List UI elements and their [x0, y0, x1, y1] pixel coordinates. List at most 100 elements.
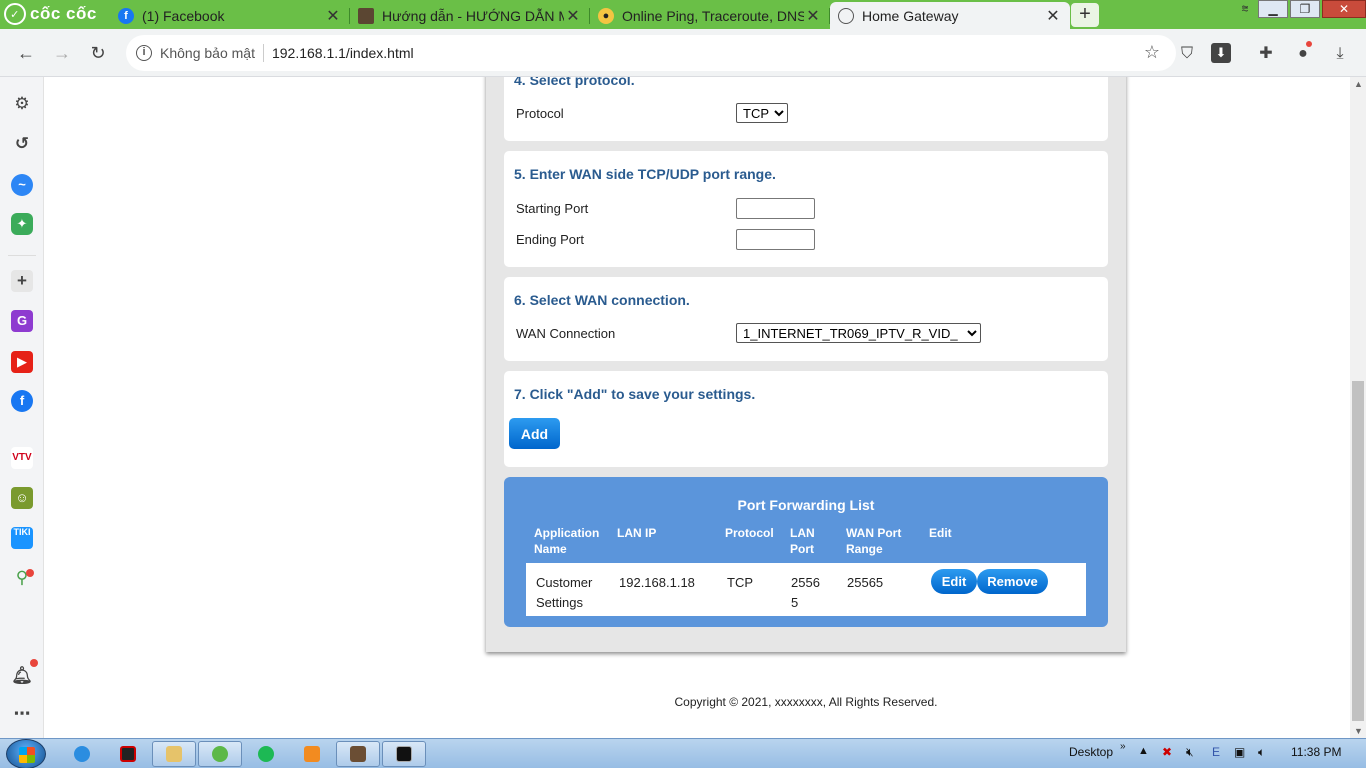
new-tab-button[interactable]: +	[1071, 3, 1099, 27]
language-icon[interactable]: E	[1212, 745, 1220, 759]
messenger-icon[interactable]: ~	[11, 174, 33, 196]
tray-arrow-icon[interactable]: ▲	[1138, 745, 1149, 757]
protocol-row: Protocol TCP	[516, 102, 1096, 124]
tab-title: Hướng dẫn - HƯỚNG DẪN MỞ PORT	[382, 7, 564, 24]
start-button[interactable]	[6, 739, 46, 768]
forward-icon[interactable]: →	[50, 41, 74, 65]
url-text[interactable]: 192.168.1.1/index.html	[272, 45, 414, 61]
tab-huong-dan[interactable]: Hướng dẫn - HƯỚNG DẪN MỞ PORT ✕	[350, 2, 590, 29]
tiki-icon[interactable]: TIKI	[11, 527, 33, 549]
extensions-icon[interactable]: ✚	[1255, 43, 1277, 65]
coccoc-taskbar-icon[interactable]	[198, 741, 242, 767]
info-icon[interactable]: i	[136, 45, 152, 61]
explorer-icon[interactable]	[152, 741, 196, 767]
windows-logo-icon	[19, 747, 35, 763]
ending-port-input[interactable]	[736, 228, 815, 250]
more-icon[interactable]: ⋯	[11, 703, 33, 725]
close-icon[interactable]: ✕	[564, 6, 582, 26]
scroll-up-arrow-icon[interactable]: ▲	[1354, 79, 1363, 89]
cmd-icon[interactable]	[382, 741, 426, 767]
security-label: Không bảo mật	[160, 45, 255, 61]
penguin-icon: ●	[598, 7, 614, 24]
cell-lan-ip: 192.168.1.18	[619, 575, 695, 590]
close-icon[interactable]: ✕	[804, 6, 822, 26]
spotify-icon[interactable]	[244, 741, 288, 767]
browser-brand[interactable]: ✓ cốc cốc	[4, 3, 97, 25]
browser-toolbar: ← → ↻ i Không bảo mật 192.168.1.1/index.…	[0, 29, 1366, 77]
bell-icon[interactable]: 🔔︎	[11, 665, 33, 687]
ie-icon[interactable]	[60, 741, 104, 767]
youtube-icon[interactable]: ▶	[11, 351, 33, 373]
bookmark-star-icon[interactable]: ☆	[1144, 42, 1160, 63]
wan-connection-select[interactable]: 1_INTERNET_TR069_IPTV_R_VID_	[736, 323, 981, 343]
facebook-icon[interactable]: f	[11, 390, 33, 412]
g-app-icon[interactable]: G	[11, 310, 33, 332]
sidebar-divider	[8, 255, 36, 256]
section-heading: 6. Select WAN connection.	[514, 292, 690, 308]
notification-dot	[30, 659, 38, 667]
speaker-mute-icon[interactable]: 🔇︎	[1186, 745, 1194, 760]
protocol-select[interactable]: TCP	[736, 103, 788, 123]
tab-strip: ✓ cốc cốc f (1) Facebook ✕ Hướng dẫn - H…	[0, 0, 1366, 29]
history-icon[interactable]: ↺	[11, 133, 33, 155]
scrollbar-thumb[interactable]	[1352, 381, 1364, 721]
add-icon[interactable]: +	[11, 270, 33, 292]
notification-dot	[26, 569, 34, 577]
globe-icon	[838, 7, 854, 24]
menu-icon[interactable]: ⩬	[1234, 0, 1256, 18]
column-header-lan-port: LAN Port	[790, 526, 815, 556]
close-window-button[interactable]: ✕	[1322, 0, 1366, 18]
windows-taskbar: Desktop » ▲ ✖ 🔇︎ E ▣ 🔈︎ 11:38 PM	[0, 738, 1366, 768]
minecraft-taskbar-icon[interactable]	[336, 741, 380, 767]
game-app-icon[interactable]	[106, 741, 150, 767]
starting-port-row: Starting Port	[516, 197, 1096, 219]
add-button[interactable]: Add	[509, 418, 560, 449]
cell-wan-range: 25565	[847, 575, 884, 590]
section-wan-connection: 6. Select WAN connection. WAN Connection…	[504, 277, 1108, 361]
gear-icon[interactable]: ⚙	[11, 93, 33, 115]
wan-connection-row: WAN Connection 1_INTERNET_TR069_IPTV_R_V…	[516, 322, 1096, 344]
downloads-arrow-icon[interactable]: ⤓	[1329, 43, 1351, 65]
facebook-icon: f	[118, 7, 134, 24]
remove-button[interactable]: Remove	[977, 569, 1048, 594]
notification-dot	[1306, 41, 1312, 47]
ending-port-row: Ending Port	[516, 228, 1096, 250]
address-bar[interactable]: i Không bảo mật 192.168.1.1/index.html ☆	[126, 35, 1176, 71]
media-player-icon[interactable]	[290, 741, 334, 767]
minimize-button[interactable]: ▁	[1258, 0, 1288, 18]
download-icon[interactable]: ⬇	[1211, 43, 1231, 63]
shield-icon[interactable]: ⛉	[1176, 43, 1198, 65]
chevron-icon[interactable]: »	[1120, 741, 1126, 752]
table-row: Customer Settings 192.168.1.18 TCP 25565…	[526, 563, 1086, 616]
volume-icon[interactable]: 🔈︎	[1258, 745, 1265, 760]
tab-online-ping[interactable]: ● Online Ping, Traceroute, DNS lookup ✕	[590, 2, 830, 29]
clock[interactable]: 11:38 PM	[1291, 745, 1341, 759]
back-icon[interactable]: ←	[14, 41, 38, 65]
close-icon[interactable]: ✕	[1044, 6, 1062, 26]
vtv-icon[interactable]: VTV	[11, 447, 33, 469]
game-avatar-icon[interactable]: ☺	[11, 487, 33, 509]
tab-title: Online Ping, Traceroute, DNS lookup	[622, 7, 804, 24]
gamepad-icon[interactable]: ✦	[11, 213, 33, 235]
reload-icon[interactable]: ↻	[86, 41, 110, 65]
tab-home-gateway[interactable]: Home Gateway ✕	[830, 2, 1070, 29]
section-heading: 4. Select protocol.	[514, 77, 635, 88]
edit-button[interactable]: Edit	[931, 569, 977, 594]
desktop-label[interactable]: Desktop	[1069, 745, 1113, 759]
settings-card: 4. Select protocol. Protocol TCP 5. Ente…	[486, 77, 1126, 652]
starting-port-input[interactable]	[736, 197, 815, 219]
cell-lan-port: 25565	[791, 575, 820, 610]
scroll-down-arrow-icon[interactable]: ▼	[1354, 726, 1363, 736]
sidebar: ⚙ ↺ ~ ✦ + G ▶ f VTV ☺ TIKI ⚲ 🔔︎ ⋯	[0, 77, 44, 738]
maximize-button[interactable]: ❐	[1290, 0, 1320, 18]
network-warning-icon[interactable]: ✖	[1162, 745, 1172, 759]
wan-connection-label: WAN Connection	[516, 325, 616, 341]
ending-port-label: Ending Port	[516, 231, 584, 247]
tab-facebook[interactable]: f (1) Facebook ✕	[110, 2, 350, 29]
column-header-protocol: Protocol	[725, 526, 774, 540]
display-icon[interactable]: ▣	[1234, 745, 1245, 759]
close-icon[interactable]: ✕	[324, 6, 342, 26]
page-scrollbar[interactable]: ▲ ▼	[1350, 77, 1366, 738]
window-controls: ⩬ ▁ ❐ ✕	[1232, 0, 1366, 20]
section-protocol: 4. Select protocol. Protocol TCP	[504, 77, 1108, 141]
